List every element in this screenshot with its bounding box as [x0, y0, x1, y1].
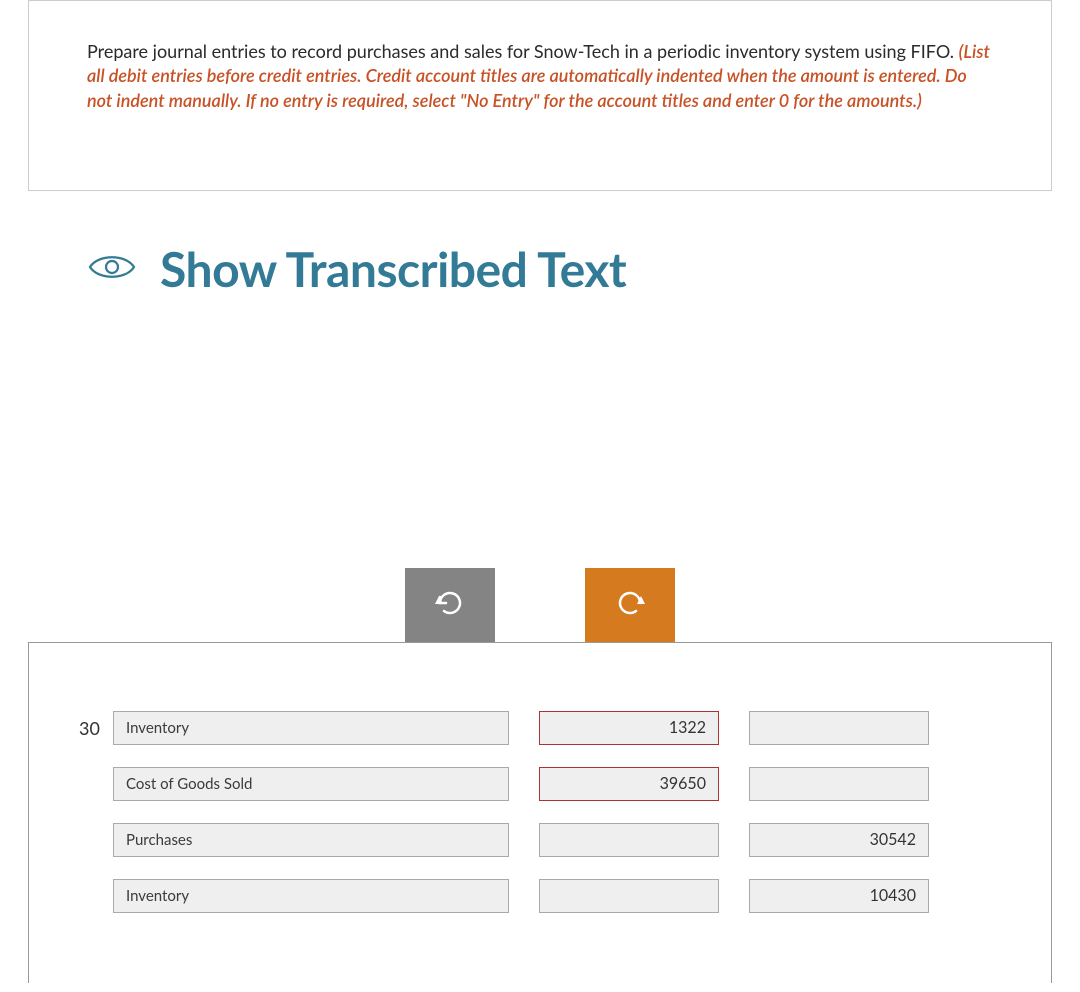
journal-row: Inventory 10430 — [29, 879, 1051, 913]
credit-field[interactable]: 10430 — [749, 879, 929, 913]
account-field[interactable]: Cost of Goods Sold — [113, 767, 509, 801]
redo-button[interactable] — [585, 568, 675, 642]
account-field[interactable]: Purchases — [113, 823, 509, 857]
debit-field[interactable] — [539, 879, 719, 913]
eye-icon — [88, 252, 136, 286]
journal-row: Cost of Goods Sold 39650 — [29, 767, 1051, 801]
undo-icon — [432, 585, 468, 625]
journal-row: Purchases 30542 — [29, 823, 1051, 857]
account-field[interactable]: Inventory — [113, 879, 509, 913]
account-field[interactable]: Inventory — [113, 711, 509, 745]
credit-field[interactable] — [749, 767, 929, 801]
show-transcribed-toggle[interactable]: Show Transcribed Text — [88, 241, 1080, 298]
controls-row — [0, 568, 1080, 642]
day-label: 30 — [79, 717, 113, 739]
instruction-intro: Prepare journal entries to record purcha… — [87, 40, 959, 62]
undo-button[interactable] — [405, 568, 495, 642]
credit-field[interactable]: 30542 — [749, 823, 929, 857]
debit-field[interactable]: 39650 — [539, 767, 719, 801]
redo-icon — [612, 585, 648, 625]
instruction-panel: Prepare journal entries to record purcha… — [28, 0, 1052, 191]
debit-field[interactable] — [539, 823, 719, 857]
credit-field[interactable] — [749, 711, 929, 745]
journal-row: 30 Inventory 1322 — [29, 711, 1051, 745]
debit-field[interactable]: 1322 — [539, 711, 719, 745]
transcribed-heading-text: Show Transcribed Text — [160, 241, 626, 298]
journal-entry-panel: 30 Inventory 1322 Cost of Goods Sold 396… — [28, 642, 1052, 983]
